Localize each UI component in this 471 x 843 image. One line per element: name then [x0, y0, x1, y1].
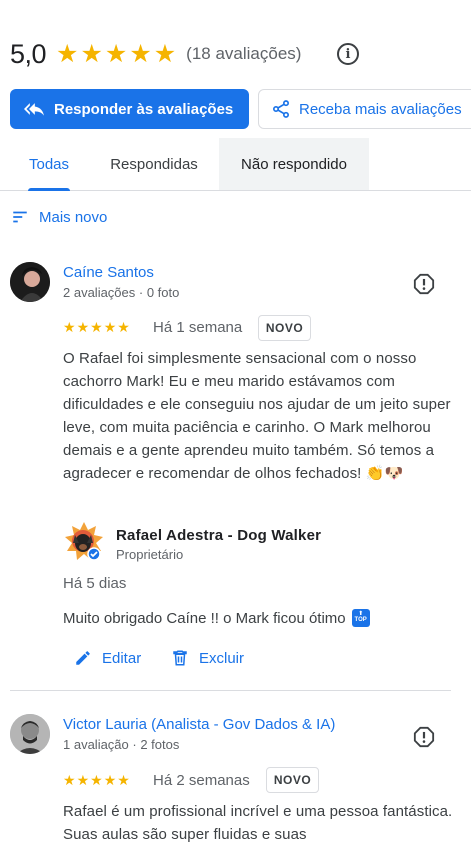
edit-reply-button[interactable]: Editar	[74, 649, 141, 667]
reply-to-reviews-button[interactable]: Responder às avaliações	[10, 89, 249, 129]
star-icon: ★	[56, 39, 79, 68]
new-badge: NOVO	[258, 315, 311, 341]
reviewer-photo	[10, 262, 50, 302]
get-more-reviews-button[interactable]: Receba mais avaliações	[258, 89, 471, 129]
reviewer-meta: 1 avaliação · 2 fotos	[63, 737, 180, 752]
edit-label: Editar	[102, 649, 142, 667]
tab-unreplied[interactable]: Não respondido	[219, 138, 369, 190]
reviewer-name[interactable]: Caíne Santos	[63, 264, 154, 281]
star-icon: ★	[129, 39, 152, 68]
star-icon: ★	[103, 772, 117, 788]
reply-message: Muito obrigado Caíne !! o Mark ficou óti…	[63, 609, 346, 627]
reply-text: Muito obrigado Caíne !! o Mark ficou óti…	[63, 609, 370, 627]
owner-role: Proprietário	[116, 547, 184, 562]
owner-name: Rafael Adestra - Dog Walker	[116, 527, 322, 544]
avatar[interactable]	[10, 714, 50, 754]
star-icon: ★	[76, 772, 90, 788]
rating-count: (18 avaliações)	[186, 44, 302, 63]
reply-date: Há 5 dias	[63, 575, 127, 592]
owner-photo	[65, 522, 103, 561]
star-icon: ★	[104, 39, 128, 68]
star-icon: ★	[63, 319, 76, 335]
review-stars: ★ ★ ★ ★ ★	[63, 773, 130, 787]
review-stars: ★ ★ ★ ★ ★	[63, 320, 130, 334]
info-icon[interactable]: i	[337, 43, 359, 65]
star-icon: ★	[80, 39, 103, 68]
trash-icon	[173, 650, 187, 666]
star-icon: ★	[117, 772, 130, 788]
reviewer-photo	[10, 714, 50, 754]
avatar[interactable]	[10, 262, 50, 302]
star-icon: ★	[63, 772, 76, 788]
delete-reply-button[interactable]: Excluir	[171, 649, 244, 667]
review-filter-tabs: Todas Respondidas Não respondido	[0, 138, 471, 191]
reply-to-reviews-label: Responder às avaliações	[54, 100, 234, 118]
star-icon: ★	[90, 319, 103, 335]
top-emoji-icon: ⬆ TOP	[351, 609, 370, 627]
reply-all-icon	[24, 103, 44, 116]
new-badge: NOVO	[266, 767, 319, 793]
star-icon: ★	[90, 772, 103, 788]
top-emoji-label: TOP	[354, 617, 367, 623]
rating-stars: ★ ★ ★ ★ ★	[56, 39, 177, 68]
review-date: Há 1 semana	[153, 319, 243, 336]
share-icon	[273, 100, 289, 118]
delete-label: Excluir	[199, 649, 245, 667]
review-divider	[10, 690, 451, 691]
review-date: Há 2 semanas	[153, 772, 250, 789]
tab-all[interactable]: Todas	[10, 138, 88, 191]
star-icon: ★	[76, 319, 90, 335]
report-icon[interactable]	[413, 726, 435, 748]
tab-replied[interactable]: Respondidas	[92, 138, 216, 190]
reviewer-meta: 2 avaliações · 0 foto	[63, 285, 180, 300]
star-icon: ★	[117, 319, 130, 335]
sort-button[interactable]: Mais novo	[11, 208, 107, 226]
pencil-icon	[76, 651, 90, 665]
get-more-reviews-label: Receba mais avaliações	[299, 100, 462, 118]
star-icon: ★	[103, 319, 117, 335]
owner-avatar[interactable]	[63, 521, 105, 563]
star-icon: ★	[153, 39, 177, 68]
sort-label: Mais novo	[39, 208, 108, 226]
review-text: Rafael é um profissional incrível e uma …	[63, 803, 453, 843]
reviewer-name[interactable]: Victor Lauria (Analista - Gov Dados & IA…	[63, 716, 335, 733]
report-icon[interactable]	[413, 273, 435, 295]
rating-score: 5,0	[10, 38, 47, 69]
review-text: O Rafael foi simplesmente sensacional co…	[63, 350, 451, 482]
rating-summary: 5,0 ★ ★ ★ ★ ★ (18 avaliações)	[10, 36, 301, 72]
sort-icon	[13, 211, 27, 223]
